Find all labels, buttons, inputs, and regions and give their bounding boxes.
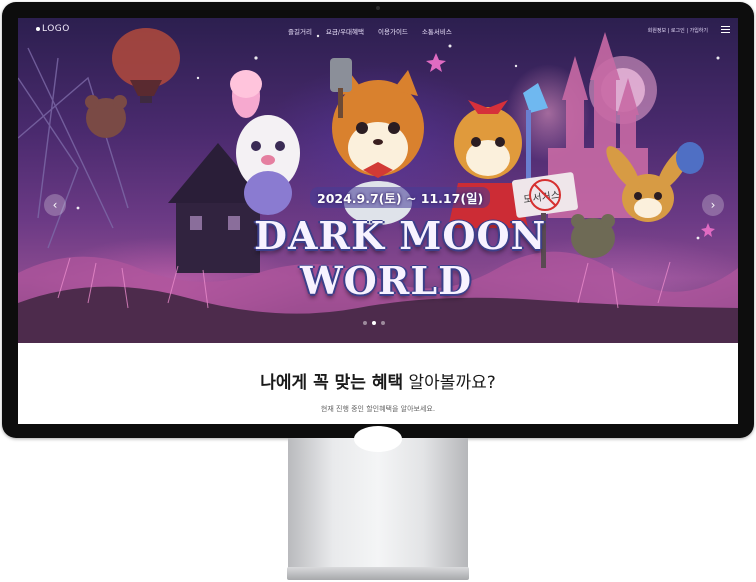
menu-item-pricing[interactable]: 요금/우대혜택 xyxy=(326,26,364,36)
menu-item-service[interactable]: 소통서비스 xyxy=(422,26,452,36)
logo-dot-icon xyxy=(36,26,40,31)
benefit-headline: 나에게 꼭 맞는 혜택 알아볼까요? xyxy=(18,368,738,393)
hero-banner[interactable]: 도서거스 LOGO 즐길거리 요금/우대혜택 이용가이드 소통서비스 회원정보 … xyxy=(18,18,738,343)
site-logo[interactable]: LOGO xyxy=(36,24,70,34)
carousel-dots xyxy=(363,321,385,325)
event-title-line1: DARK MOON xyxy=(254,213,547,258)
carousel-dot[interactable] xyxy=(381,321,385,325)
carousel-dot[interactable] xyxy=(363,321,367,325)
top-nav: LOGO 즐길거리 요금/우대혜택 이용가이드 소통서비스 회원정보 | 로그인… xyxy=(18,18,738,44)
main-menu: 즐길거리 요금/우대혜택 이용가이드 소통서비스 xyxy=(288,26,452,36)
utility-links[interactable]: 회원정보 | 로그인 | 가입하기 xyxy=(648,27,708,34)
stand-cutout xyxy=(354,426,402,452)
hamburger-icon[interactable] xyxy=(721,26,730,33)
monitor-stand xyxy=(288,438,468,568)
monitor-screen: 도서거스 LOGO 즐길거리 요금/우대혜택 이용가이드 소통서비스 회원정보 … xyxy=(18,18,738,424)
carousel-dot-active[interactable] xyxy=(372,321,376,325)
camera-dot xyxy=(376,6,380,10)
menu-item-attractions[interactable]: 즐길거리 xyxy=(288,26,312,36)
monitor-bezel: 도서거스 LOGO 즐길거리 요금/우대혜택 이용가이드 소통서비스 회원정보 … xyxy=(2,2,754,438)
chevron-right-icon[interactable]: › xyxy=(702,194,724,216)
event-date: 2024.9.7(토) ~ 11.17(일) xyxy=(310,187,491,208)
monitor-stand-base xyxy=(287,567,469,580)
headline-light: 알아볼까요? xyxy=(408,373,496,393)
benefit-subline: 현재 진행 중인 할인혜택을 알아보세요. xyxy=(320,405,436,413)
menu-item-guide[interactable]: 이용가이드 xyxy=(378,26,408,36)
logo-text: LOGO xyxy=(42,24,70,34)
headline-bold: 나에게 꼭 맞는 혜택 xyxy=(260,373,404,393)
chevron-left-icon[interactable]: ‹ xyxy=(44,194,66,216)
event-title-line2: WORLD xyxy=(300,258,473,303)
